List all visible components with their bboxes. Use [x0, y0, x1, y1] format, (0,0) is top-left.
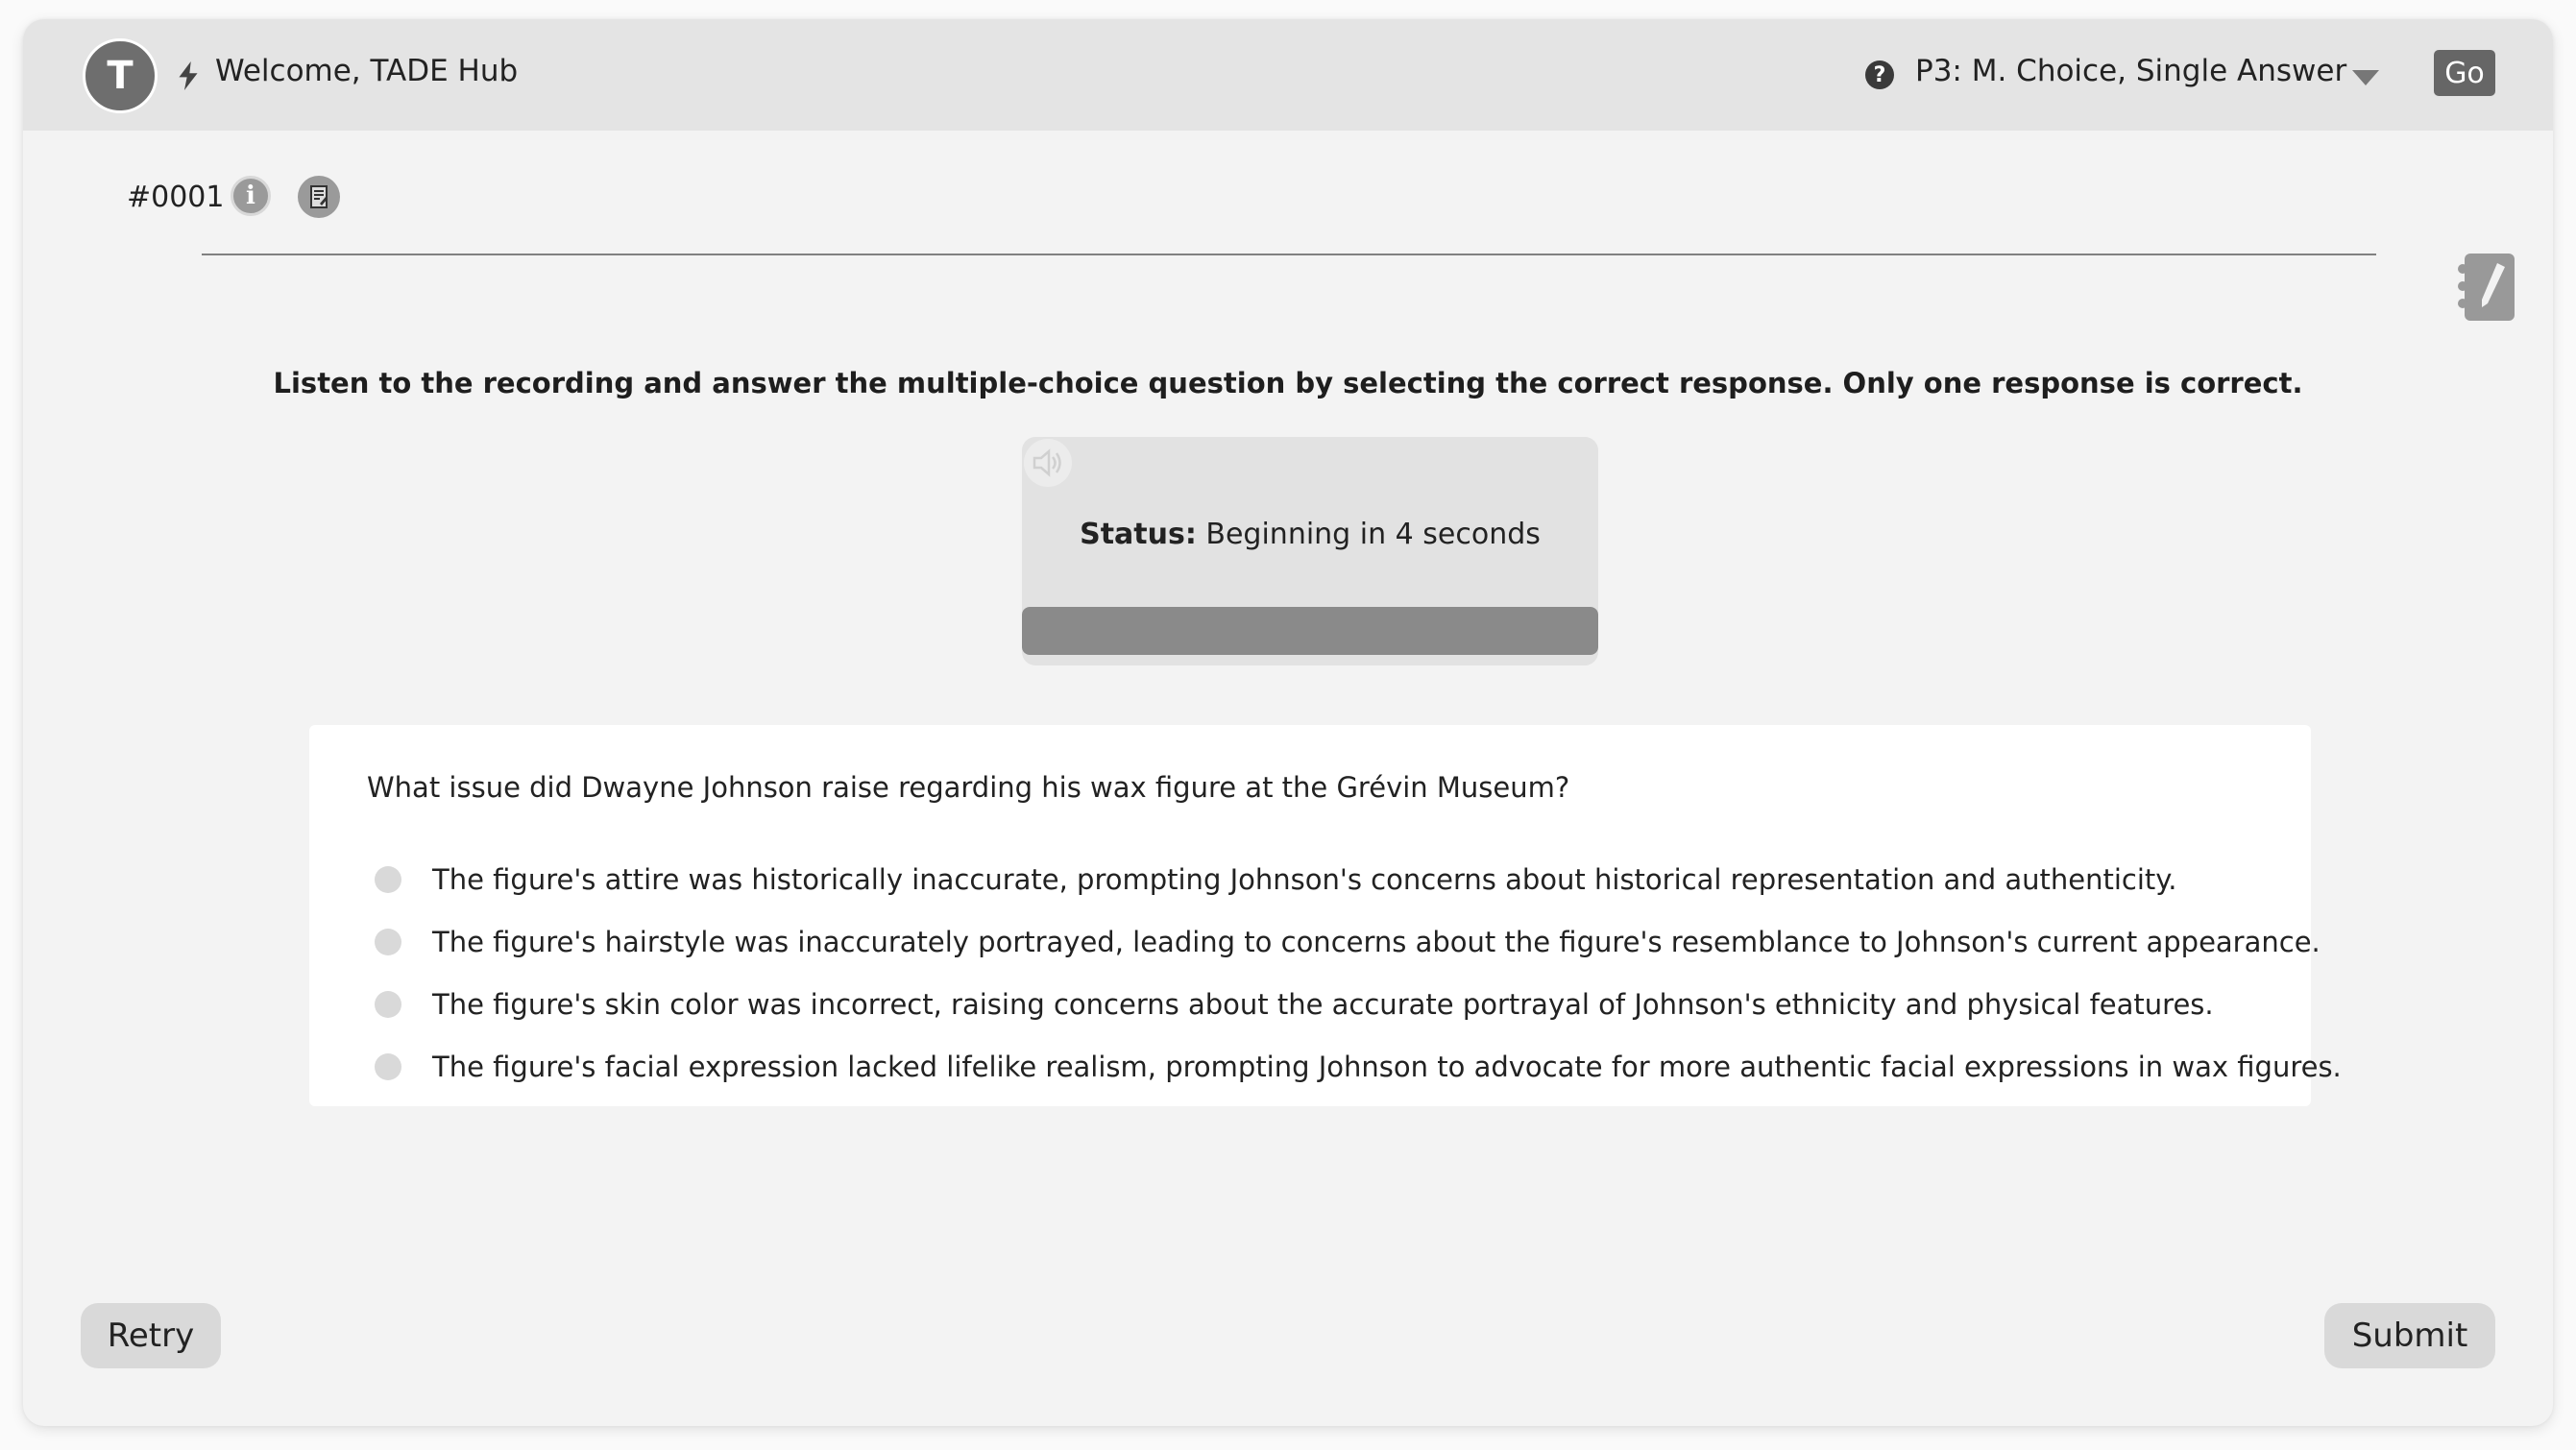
option-item[interactable]: The figure's facial expression lacked li…: [375, 1035, 2342, 1098]
chevron-down-icon[interactable]: [2352, 70, 2379, 85]
radio-button[interactable]: [375, 928, 401, 955]
audio-player: Status: Beginning in 4 seconds: [1022, 437, 1598, 665]
radio-button[interactable]: [375, 1052, 401, 1080]
status-label: Status:: [1080, 518, 1197, 551]
notes-glyph-icon: [310, 185, 328, 208]
option-label: The figure's facial expression lacked li…: [432, 1050, 2342, 1083]
instruction-text: Listen to the recording and answer the m…: [273, 367, 2303, 399]
question-card: What issue did Dwayne Johnson raise rega…: [309, 725, 2342, 1106]
retry-button[interactable]: Retry: [81, 1303, 221, 1368]
audio-progress-fill: [1022, 607, 1598, 655]
app-window: T Welcome, TADE Hub ? P3: M. Choice, Sin…: [23, 19, 2553, 1426]
option-label: The figure's skin color was incorrect, r…: [432, 987, 2214, 1021]
radio-button[interactable]: [375, 990, 401, 1018]
info-icon[interactable]: i: [231, 176, 271, 216]
speaker-icon[interactable]: [1024, 439, 1072, 487]
header-bar: T Welcome, TADE Hub ? P3: M. Choice, Sin…: [23, 19, 2553, 131]
option-item[interactable]: The figure's hairstyle was inaccurately …: [375, 910, 2342, 973]
submit-button[interactable]: Submit: [2324, 1303, 2495, 1368]
question-id: #0001: [127, 181, 225, 214]
player-status: Status: Beginning in 4 seconds: [1022, 518, 1598, 551]
avatar[interactable]: T: [83, 38, 158, 113]
welcome-text: Welcome, TADE Hub: [215, 54, 519, 88]
header-divider: [202, 254, 2376, 255]
option-item[interactable]: The figure's skin color was incorrect, r…: [375, 973, 2342, 1035]
status-value: Beginning in 4 seconds: [1205, 518, 1541, 551]
option-label: The figure's attire was historically ina…: [432, 862, 2177, 896]
bolt-icon: [179, 61, 198, 90]
options-list: The figure's attire was historically ina…: [375, 848, 2342, 1098]
radio-button[interactable]: [375, 865, 401, 893]
question-text: What issue did Dwayne Johnson raise rega…: [367, 771, 1570, 804]
option-label: The figure's hairstyle was inaccurately …: [432, 925, 2321, 958]
go-button[interactable]: Go: [2434, 50, 2495, 96]
section-select[interactable]: P3: M. Choice, Single Answer: [1915, 54, 2346, 88]
speaker-glyph-icon: [1033, 448, 1061, 477]
notepad-pencil-icon[interactable]: [2455, 250, 2522, 323]
audio-progress-bar: [1022, 607, 1598, 655]
notes-icon[interactable]: [298, 176, 340, 218]
question-circle-icon[interactable]: ?: [1865, 60, 1894, 89]
option-item[interactable]: The figure's attire was historically ina…: [375, 848, 2342, 910]
